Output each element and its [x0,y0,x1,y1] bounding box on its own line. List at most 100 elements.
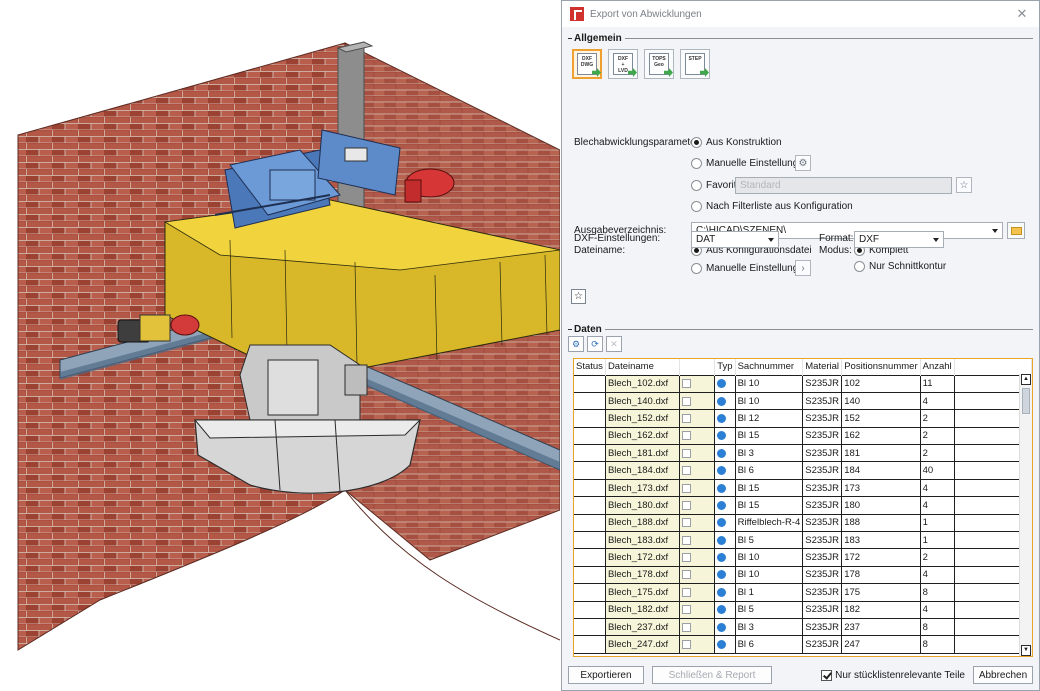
cell-anzahl: 40 [919,461,955,480]
dxf-lvd-export-button[interactable]: DXF + LVD [608,49,638,79]
checkbox-unchecked-icon[interactable] [681,483,691,493]
favorites-star-icon[interactable]: ☆ [571,289,586,304]
format-select[interactable]: DXF [854,231,944,248]
cell-typ [714,461,736,480]
refresh-parts-icon[interactable]: ⟳ [587,336,603,352]
checkbox-unchecked-icon[interactable] [681,535,691,545]
col-checkbox[interactable] [679,359,716,375]
cell-sachnummer: Bl 10 [734,374,804,393]
table-scrollbar[interactable]: ▲ ▼ [1019,374,1032,656]
settings-gear-icon[interactable]: ⚙ [795,155,811,171]
cell-checkbox [678,391,716,411]
radio-nur-schnittkontur[interactable]: Nur Schnittkontur [854,261,946,272]
cell-dateiname: Blech_181.dxf [604,444,680,463]
dxf-settings-select[interactable]: DAT [691,231,779,248]
dxf-settings-label: DXF-Einstellungen: [574,233,661,244]
radio-manuelle-einstellungen[interactable]: Manuelle Einstellungen [691,158,809,169]
export-button[interactable]: Exportieren [568,666,644,684]
cell-anzahl: 8 [919,583,955,602]
sheet-type-icon [717,466,727,476]
cell-anzahl: 2 [919,426,955,446]
checkbox-unchecked-icon[interactable] [681,518,691,528]
checkbox-unchecked-icon[interactable] [681,587,691,597]
add-parts-icon[interactable]: ⚙ [568,336,584,352]
checkbox-unchecked-icon[interactable] [681,553,691,563]
cell-anzahl: 4 [919,600,955,619]
scroll-down-icon[interactable]: ▼ [1021,645,1031,656]
cad-viewport[interactable] [0,0,560,691]
sheet-table[interactable]: Status Dateiname Typ Sachnummer Material… [573,358,1033,657]
col-status[interactable]: Status [574,359,606,375]
checkbox-unchecked-icon[interactable] [681,500,691,510]
cell-sachnummer: Bl 10 [734,391,804,411]
sheet-type-icon [717,553,727,563]
table-row[interactable]: Blech_173.dxf Bl 15 S235JR 173 4 [574,478,1032,498]
close-report-button[interactable]: Schließen & Report [652,666,772,684]
col-sachnummer[interactable]: Sachnummer [735,359,804,375]
cell-material: S235JR [802,583,843,602]
remove-parts-icon[interactable]: ✕ [606,336,622,352]
radio-aus-konstruktion[interactable]: Aus Konstruktion [691,137,782,148]
cell-positionsnummer: 162 [841,426,921,446]
dialog-titlebar[interactable]: Export von Abwicklungen ✕ [562,1,1039,27]
cell-positionsnummer: 182 [841,600,921,619]
col-positionsnummer[interactable]: Positionsnummer [841,359,921,375]
tops-geo-export-button[interactable]: TOPS Geo [644,49,674,79]
checkbox-unchecked-icon[interactable] [681,413,691,423]
radio-filterliste[interactable]: Nach Filterliste aus Konfiguration [691,201,853,212]
favorit-star-icon[interactable]: ☆ [956,177,972,193]
table-row[interactable]: Blech_247.dxf Bl 6 S235JR 247 8 [574,635,1032,654]
checkbox-unchecked-icon[interactable] [681,396,691,406]
col-material[interactable]: Material [802,359,843,375]
cell-sachnummer: Bl 1 [734,583,804,602]
scroll-thumb[interactable] [1022,388,1030,414]
radio-manuelle-einstellungen-2[interactable]: Manuelle Einstellungen [691,263,809,274]
table-row[interactable]: Blech_162.dxf Bl 15 S235JR 162 2 [574,426,1032,446]
only-bom-checkbox[interactable]: Nur stücklistenrelevante Teile [821,669,965,681]
table-row[interactable]: Blech_182.dxf Bl 5 S235JR 182 4 [574,600,1032,619]
cell-dateiname: Blech_173.dxf [604,478,680,498]
col-anzahl[interactable]: Anzahl [920,359,955,375]
table-row[interactable]: Blech_172.dxf Bl 10 S235JR 172 2 [574,548,1032,567]
sheet-type-icon [717,431,727,441]
col-dateiname[interactable]: Dateiname [605,359,680,375]
checkbox-unchecked-icon[interactable] [681,622,691,632]
table-row[interactable]: Blech_180.dxf Bl 15 S235JR 180 4 [574,496,1032,515]
table-row[interactable]: Blech_178.dxf Bl 10 S235JR 178 4 [574,565,1032,585]
radio-favorit[interactable]: Favorit [691,180,737,191]
table-row[interactable]: Blech_188.dxf Riffelblech-R-4 S235JR 188 1 [574,513,1032,533]
table-row[interactable]: Blech_181.dxf Bl 3 S235JR 181 2 [574,444,1032,463]
table-row[interactable]: Blech_102.dxf Bl 10 S235JR 102 11 [574,374,1032,393]
chevron-down-icon [768,238,774,242]
filename-label: Dateiname: [574,245,626,256]
checkbox-unchecked-icon[interactable] [681,379,691,389]
table-row[interactable]: Blech_184.dxf Bl 6 S235JR 184 40 [574,461,1032,480]
dialog-title: Export von Abwicklungen [590,8,702,20]
cell-typ [714,478,736,498]
cell-anzahl: 1 [919,531,955,550]
table-row[interactable]: Blech_237.dxf Bl 3 S235JR 237 8 [574,617,1032,637]
close-icon[interactable]: ✕ [1013,6,1031,22]
cell-positionsnummer: 237 [841,617,921,637]
step-export-button[interactable]: STEP [680,49,710,79]
cell-checkbox [678,444,716,463]
favorit-input[interactable]: Standard [735,177,952,194]
cell-typ [714,617,736,637]
checkbox-unchecked-icon[interactable] [681,431,691,441]
folder-open-icon[interactable] [1007,222,1025,239]
sheet-type-icon [717,448,727,458]
checkbox-unchecked-icon[interactable] [681,570,691,580]
table-row[interactable]: Blech_183.dxf Bl 5 S235JR 183 1 [574,531,1032,550]
cancel-button[interactable]: Abbrechen [973,666,1033,684]
table-row[interactable]: Blech_140.dxf Bl 10 S235JR 140 4 [574,391,1032,411]
arrow-right-icon[interactable]: › [795,260,811,276]
checkbox-unchecked-icon[interactable] [681,640,691,650]
scroll-up-icon[interactable]: ▲ [1021,374,1031,385]
col-typ[interactable]: Typ [714,359,736,375]
checkbox-unchecked-icon[interactable] [681,605,691,615]
dxf-dwg-export-button[interactable]: DXF DWG [572,49,602,79]
table-row[interactable]: Blech_152.dxf Bl 12 S235JR 152 2 [574,409,1032,428]
table-row[interactable]: Blech_175.dxf Bl 1 S235JR 175 8 [574,583,1032,602]
checkbox-unchecked-icon[interactable] [681,466,691,476]
checkbox-unchecked-icon[interactable] [681,448,691,458]
